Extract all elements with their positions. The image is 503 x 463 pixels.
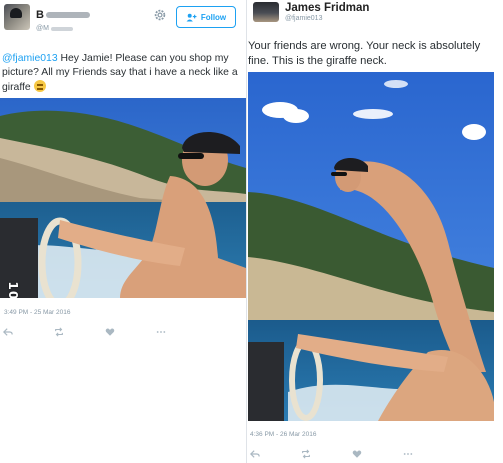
more-icon: [403, 453, 413, 455]
retweet-button[interactable]: [299, 448, 313, 460]
redacted-handle: [50, 26, 73, 31]
reply-button[interactable]: [1, 326, 15, 338]
redacted-name: [45, 12, 90, 18]
author-name-row: B: [36, 9, 90, 21]
more-button[interactable]: [154, 326, 168, 338]
avatar[interactable]: [253, 2, 279, 22]
tweet-photo[interactable]: [248, 72, 494, 421]
author-name[interactable]: B: [36, 9, 44, 21]
mention-link[interactable]: @fjamie013: [2, 53, 58, 64]
more-icon: [156, 331, 166, 333]
tweet-timestamp[interactable]: 4:36 PM - 26 Mar 2016: [250, 431, 316, 438]
follow-person-icon: [186, 13, 197, 22]
author-name[interactable]: James Fridman: [285, 2, 369, 14]
author-handle: @M: [36, 25, 49, 32]
gear-icon[interactable]: [153, 8, 167, 22]
retweet-button[interactable]: [52, 326, 66, 338]
author-handle: @fjamie013: [285, 15, 323, 22]
tweet-actions: [248, 448, 415, 460]
like-button[interactable]: [350, 448, 364, 460]
tweet-text: @fjamie013 Hey Jamie! Please can you sho…: [2, 52, 240, 95]
tweet-timestamp[interactable]: 3:49 PM - 25 Mar 2016: [4, 309, 70, 316]
like-button[interactable]: [103, 326, 117, 338]
avatar[interactable]: [4, 4, 30, 30]
watermark-text: 1001MEM.RU: [6, 281, 20, 298]
retweet-icon: [302, 449, 310, 459]
reply-tweet-card: James Fridman @fjamie013 Your friends ar…: [246, 0, 503, 463]
author-handle-row: @M: [36, 25, 73, 32]
like-icon: [105, 328, 115, 336]
follow-button[interactable]: Follow: [176, 6, 236, 28]
tweet-text: Your friends are wrong. Your neck is abs…: [248, 40, 481, 67]
watermark: 1001MEM.RU: [3, 276, 23, 298]
like-icon: [352, 450, 362, 458]
reply-button[interactable]: [248, 448, 262, 460]
boat-photo-image: [0, 98, 246, 298]
tweet-photo[interactable]: 1001MEM.RU: [0, 98, 246, 298]
pensive-emoji-icon: [33, 80, 46, 92]
reply-icon: [250, 450, 260, 458]
reply-icon: [3, 328, 13, 336]
tweet-actions: [1, 326, 168, 338]
original-tweet-card: B @M Follow @fjamie013 Hey Jamie! Please…: [0, 0, 246, 463]
retweet-icon: [55, 327, 63, 337]
follow-label: Follow: [200, 12, 227, 22]
more-button[interactable]: [401, 448, 415, 460]
giraffe-neck-photo-image: [248, 72, 494, 421]
